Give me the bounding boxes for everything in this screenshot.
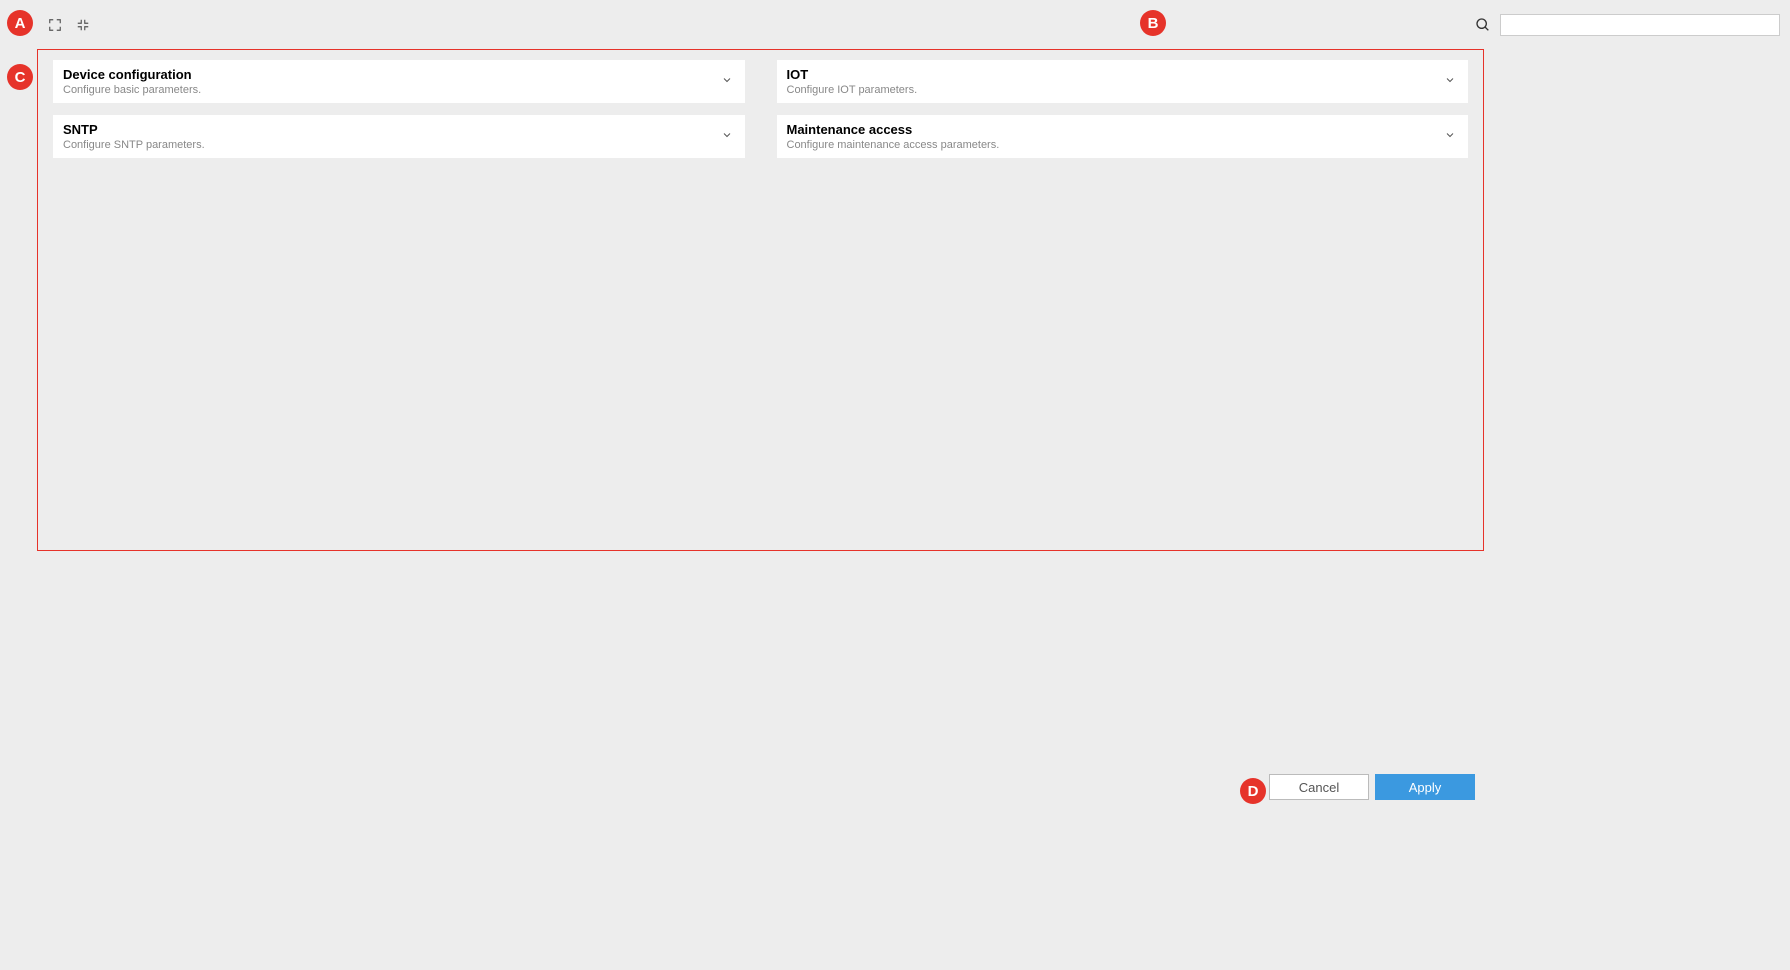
panel-title: IOT bbox=[787, 67, 918, 82]
panel-maintenance-access[interactable]: Maintenance access Configure maintenance… bbox=[777, 115, 1469, 158]
chevron-down-icon bbox=[721, 128, 733, 146]
panel-column-left: Device configuration Configure basic par… bbox=[53, 60, 745, 158]
panel-description: Configure IOT parameters. bbox=[787, 84, 918, 96]
panel-column-right: IOT Configure IOT parameters. Maintenanc… bbox=[777, 60, 1469, 158]
toolbar-left-group bbox=[46, 16, 92, 34]
main-config-area: Device configuration Configure basic par… bbox=[37, 49, 1484, 551]
panel-device-configuration[interactable]: Device configuration Configure basic par… bbox=[53, 60, 745, 103]
cancel-button[interactable]: Cancel bbox=[1269, 774, 1369, 800]
annotation-badge-d: D bbox=[1240, 778, 1266, 804]
panel-iot[interactable]: IOT Configure IOT parameters. bbox=[777, 60, 1469, 103]
panel-sntp[interactable]: SNTP Configure SNTP parameters. bbox=[53, 115, 745, 158]
expand-icon[interactable] bbox=[46, 16, 64, 34]
annotation-badge-c: C bbox=[7, 64, 33, 90]
footer-actions: Cancel Apply bbox=[1269, 774, 1475, 800]
annotation-badge-b: B bbox=[1140, 10, 1166, 36]
chevron-down-icon bbox=[1444, 73, 1456, 91]
panel-description: Configure basic parameters. bbox=[63, 84, 201, 96]
panel-text: SNTP Configure SNTP parameters. bbox=[63, 122, 205, 151]
panel-text: IOT Configure IOT parameters. bbox=[787, 67, 918, 96]
chevron-down-icon bbox=[1444, 128, 1456, 146]
panel-description: Configure maintenance access parameters. bbox=[787, 139, 1000, 151]
panel-text: Device configuration Configure basic par… bbox=[63, 67, 201, 96]
panel-title: Device configuration bbox=[63, 67, 201, 82]
search-input[interactable] bbox=[1500, 14, 1780, 36]
search-icon[interactable] bbox=[1474, 16, 1492, 34]
panel-description: Configure SNTP parameters. bbox=[63, 139, 205, 151]
chevron-down-icon bbox=[721, 73, 733, 91]
apply-button[interactable]: Apply bbox=[1375, 774, 1475, 800]
panel-text: Maintenance access Configure maintenance… bbox=[787, 122, 1000, 151]
toolbar-right-group bbox=[1474, 14, 1780, 36]
collapse-icon[interactable] bbox=[74, 16, 92, 34]
panel-grid: Device configuration Configure basic par… bbox=[53, 60, 1468, 158]
top-toolbar bbox=[46, 10, 1780, 40]
panel-title: SNTP bbox=[63, 122, 205, 137]
annotation-badge-a: A bbox=[7, 10, 33, 36]
panel-title: Maintenance access bbox=[787, 122, 1000, 137]
